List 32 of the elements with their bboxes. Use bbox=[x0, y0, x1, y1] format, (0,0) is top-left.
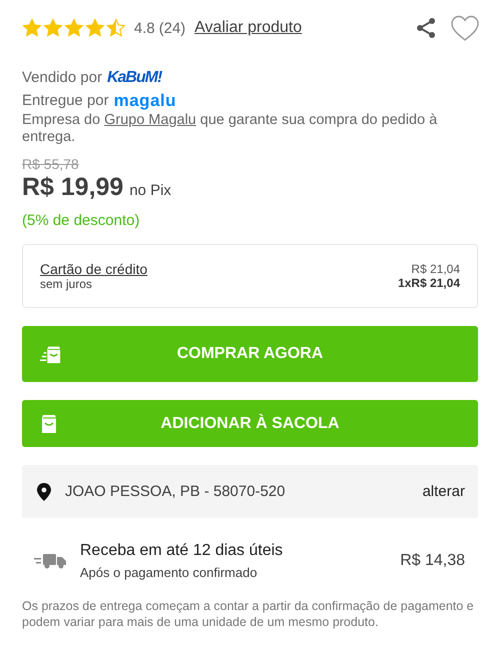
star-icon bbox=[22, 18, 42, 38]
original-price: R$ 55,78 bbox=[22, 156, 79, 172]
star-icon bbox=[43, 18, 63, 38]
installment-price: 1xR$ 21,04 bbox=[398, 276, 460, 290]
delivery-address: JOAO PESSOA, PB - 58070-520 bbox=[65, 483, 286, 500]
delivery-time: Receba em até 12 dias úteis bbox=[80, 542, 284, 560]
card-price: R$ 21,04 bbox=[411, 262, 460, 276]
delivered-by-label: Entregue por bbox=[22, 92, 109, 109]
interest-note: sem juros bbox=[40, 277, 94, 291]
change-address-button[interactable]: alterar bbox=[422, 483, 465, 500]
guarantee-text: Empresa do Grupo Magalu que garante sua compra do pedido à entrega. bbox=[22, 112, 438, 146]
discount-text: (5% de desconto) bbox=[22, 212, 140, 229]
pix-price: R$ 19,99 bbox=[22, 174, 124, 200]
fast-truck-icon bbox=[34, 552, 68, 570]
share-icon[interactable] bbox=[414, 16, 438, 40]
delivery-company-logo: magalu bbox=[114, 90, 176, 110]
payment-method: no Pix bbox=[129, 181, 172, 201]
seller-logo: KaBuM! bbox=[107, 68, 162, 86]
delivery-note: Os prazos de entrega começam a contar a partir da confirmação de pagamento e podem variar para mais de uma unidade de um mesmo produto. bbox=[22, 598, 475, 630]
credit-card-link[interactable]: Cartão de crédito bbox=[40, 261, 148, 277]
half-star-icon bbox=[106, 18, 126, 38]
star-icon bbox=[85, 18, 105, 38]
rating-score: 4.8 bbox=[134, 20, 155, 36]
review-count: (24) bbox=[158, 20, 186, 36]
sold-by-label: Vendido por bbox=[22, 69, 102, 86]
group-link[interactable]: Grupo Magalu bbox=[104, 112, 196, 128]
star-icon bbox=[64, 18, 84, 38]
review-link[interactable]: Avaliar produto bbox=[194, 19, 302, 37]
heart-icon[interactable] bbox=[450, 14, 480, 42]
shipping-price: R$ 14,38 bbox=[400, 552, 465, 570]
location-pin-icon bbox=[37, 482, 51, 500]
delivery-condition: Após o pagamento confirmado bbox=[80, 565, 258, 580]
